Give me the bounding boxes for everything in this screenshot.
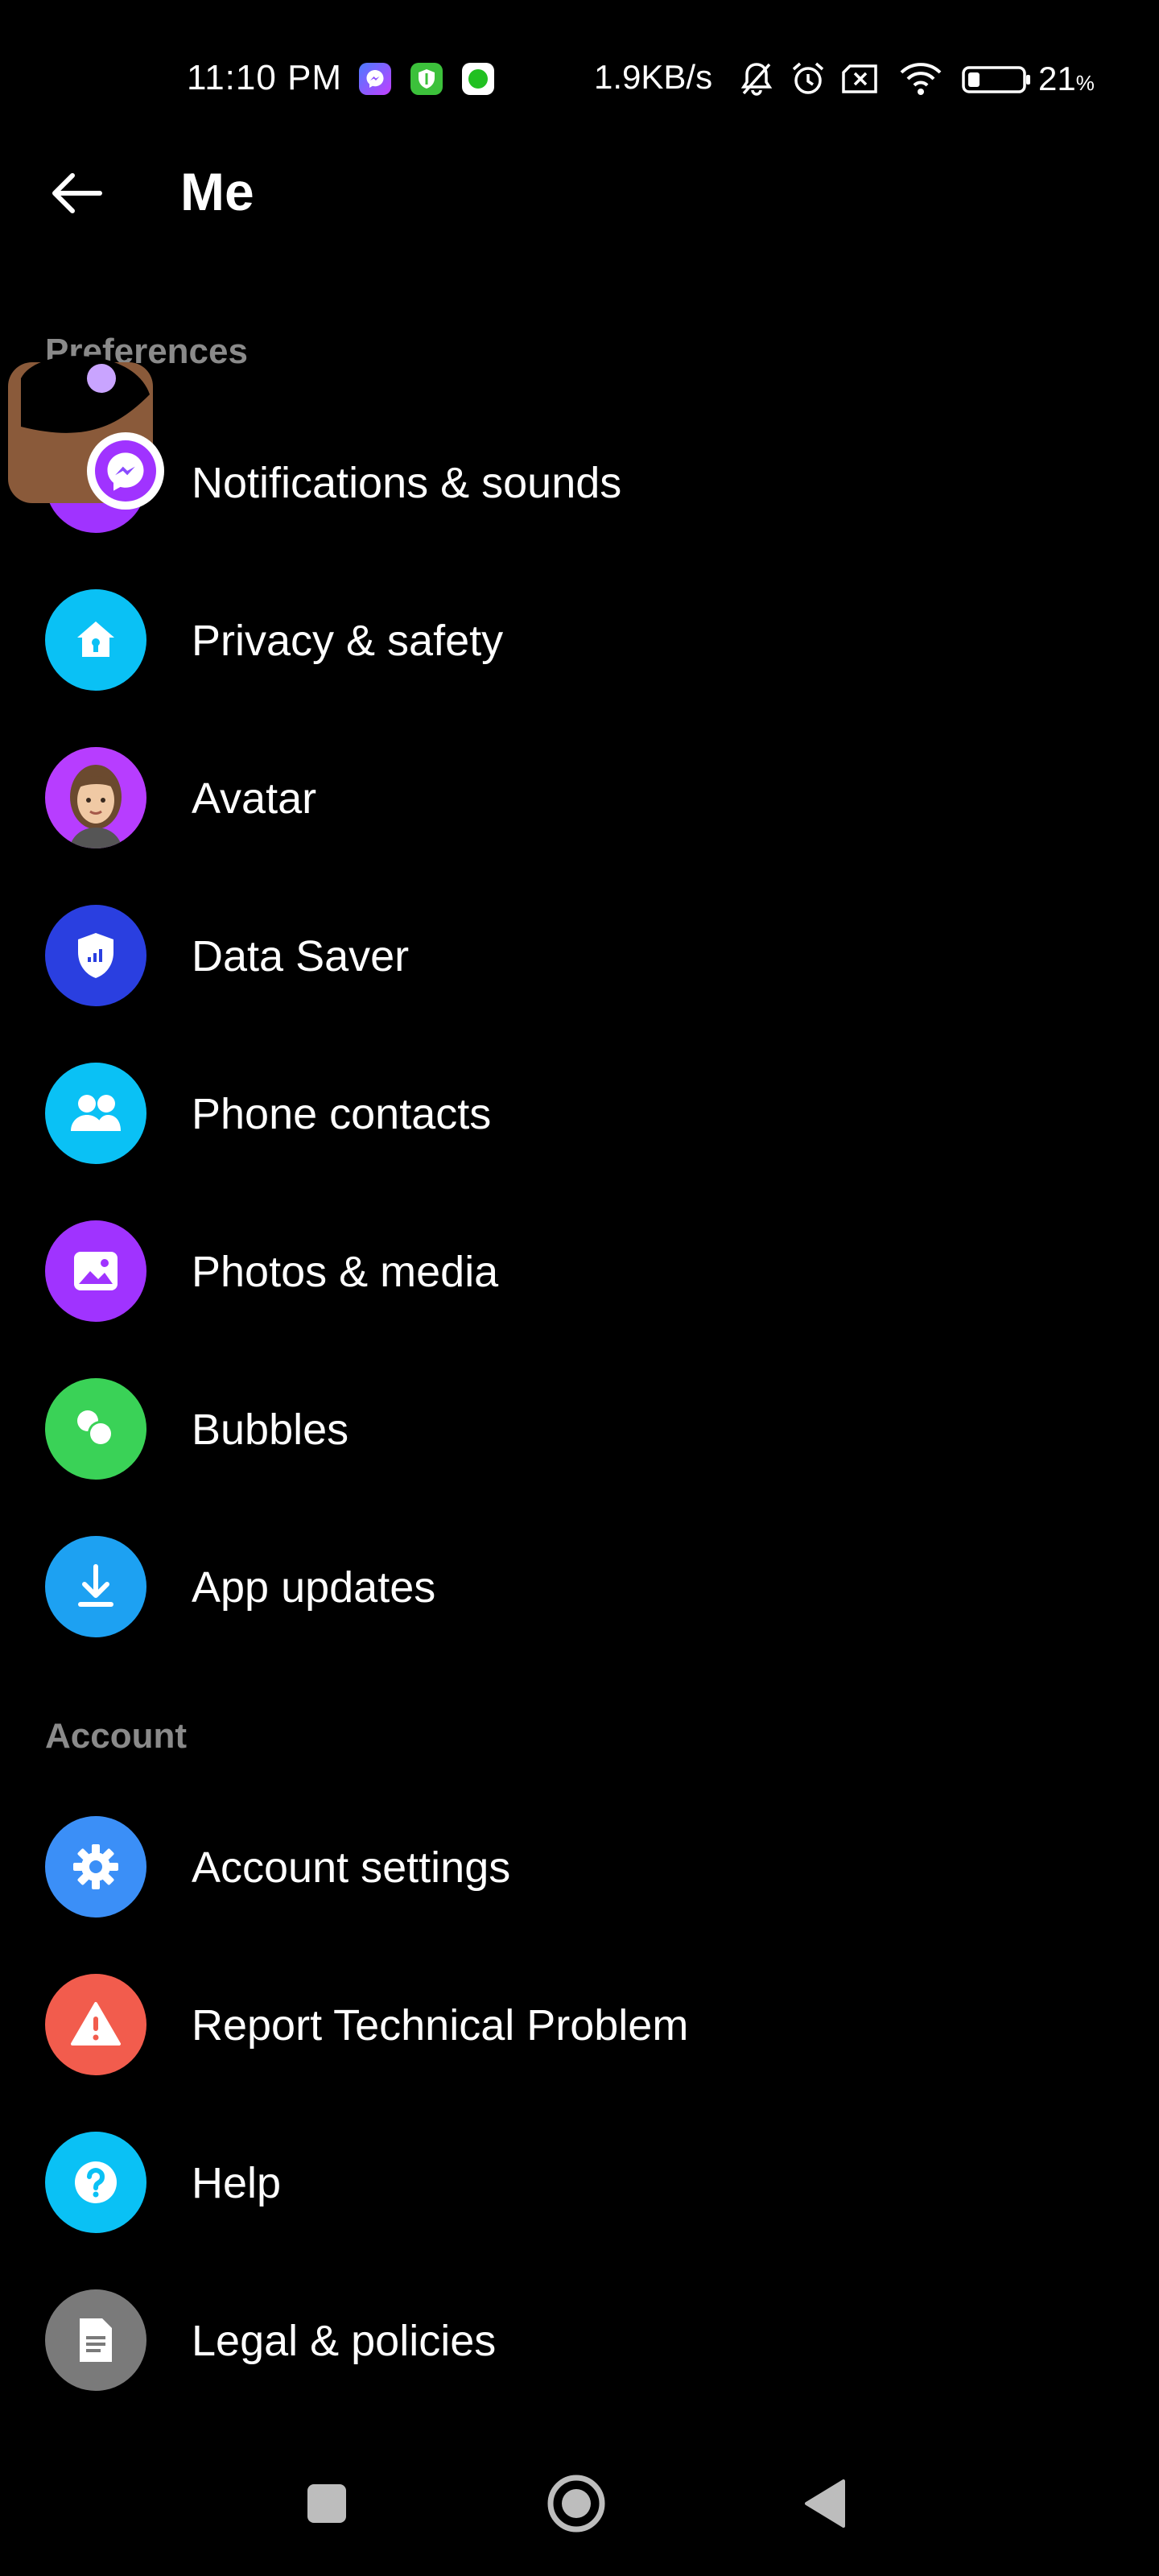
row-label: Privacy & safety	[192, 617, 504, 665]
system-nav-bar	[0, 2431, 1159, 2576]
row-label: Photos & media	[192, 1248, 499, 1296]
app-header: Me	[0, 137, 1159, 242]
row-phone-contacts[interactable]: Phone contacts	[0, 1035, 1159, 1193]
row-label: Notifications & sounds	[192, 459, 622, 507]
row-label: Account settings	[192, 1843, 511, 1892]
recents-button[interactable]	[287, 2463, 367, 2544]
row-label: App updates	[192, 1563, 436, 1612]
status-time: 11:10 PM	[187, 58, 343, 97]
document-icon	[45, 2289, 146, 2391]
triangle-back-icon	[805, 2479, 845, 2528]
image-icon	[45, 1220, 146, 1322]
bubbles-icon	[45, 1378, 146, 1480]
row-photos-media[interactable]: Photos & media	[0, 1193, 1159, 1351]
home-button[interactable]	[536, 2463, 617, 2544]
row-notifications-sounds[interactable]: Notifications & sounds	[0, 404, 1159, 562]
square-icon	[307, 2484, 346, 2523]
row-label: Report Technical Problem	[192, 2001, 689, 2050]
shield-signal-icon	[45, 905, 146, 1006]
arrow-left-icon	[52, 173, 102, 213]
battery-icon	[961, 60, 1032, 102]
messenger-icon	[359, 63, 391, 95]
download-icon	[45, 1536, 146, 1637]
row-bubbles[interactable]: Bubbles	[0, 1351, 1159, 1509]
gear-icon	[45, 1816, 146, 1918]
row-avatar[interactable]: Avatar	[0, 720, 1159, 877]
row-app-updates[interactable]: App updates	[0, 1509, 1159, 1666]
row-label: Help	[192, 2159, 282, 2207]
wifi-icon	[898, 60, 943, 102]
row-privacy-safety[interactable]: Privacy & safety	[0, 562, 1159, 720]
row-label: Phone contacts	[192, 1090, 492, 1138]
alarm-icon	[789, 60, 827, 102]
avatar-face-icon	[45, 747, 146, 848]
page-title: Me	[180, 162, 254, 221]
row-help[interactable]: Help	[0, 2104, 1159, 2262]
warning-icon	[45, 1974, 146, 2075]
section-header-account: Account	[45, 1716, 187, 1756]
row-label: Legal & policies	[192, 2317, 497, 2365]
vpn-shield-icon	[410, 63, 443, 95]
bell-muted-icon	[739, 60, 774, 102]
network-speed: 1.9KB/s	[594, 58, 713, 96]
circle-icon	[547, 2475, 605, 2533]
row-label: Avatar	[192, 774, 317, 823]
back-button[interactable]	[40, 161, 113, 225]
sim-off-icon	[840, 60, 882, 102]
battery-percent: 21%	[1038, 60, 1095, 97]
back-nav-button[interactable]	[786, 2463, 866, 2544]
messenger-icon	[97, 443, 155, 501]
row-legal-policies[interactable]: Legal & policies	[0, 2262, 1159, 2420]
messenger-chat-head[interactable]	[5, 346, 174, 515]
row-account-settings[interactable]: Account settings	[0, 1789, 1159, 1946]
row-data-saver[interactable]: Data Saver	[0, 877, 1159, 1035]
green-app-icon	[462, 63, 494, 95]
house-lock-icon	[45, 589, 146, 691]
row-report-technical-problem[interactable]: Report Technical Problem	[0, 1946, 1159, 2104]
row-label: Bubbles	[192, 1406, 349, 1454]
question-icon	[45, 2132, 146, 2233]
people-icon	[45, 1063, 146, 1164]
row-label: Data Saver	[192, 932, 410, 980]
